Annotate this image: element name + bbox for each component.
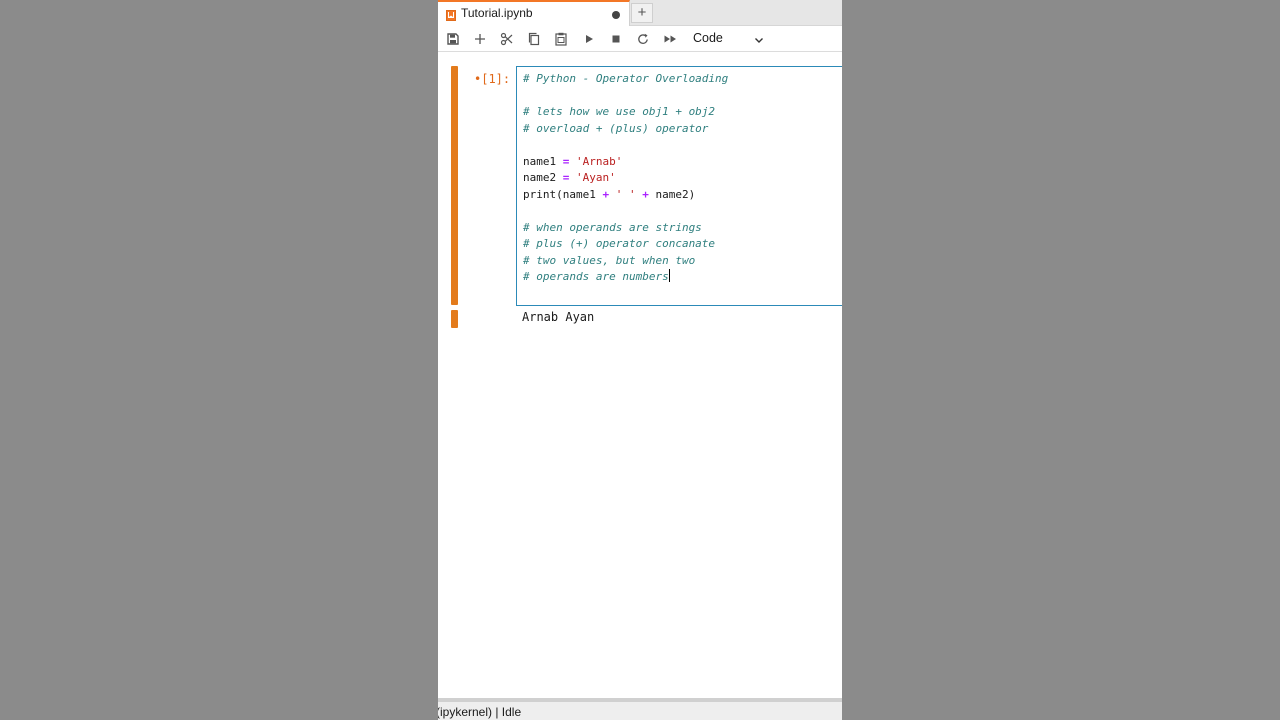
save-icon[interactable] xyxy=(445,31,461,47)
code-line-empty xyxy=(523,137,728,154)
code-comment: # operands are numbers xyxy=(523,270,669,283)
cell-type-label: Code xyxy=(693,31,723,45)
text-cursor xyxy=(668,269,670,282)
right-backdrop xyxy=(842,0,1280,720)
code-string: 'Arnab' xyxy=(576,154,623,168)
code-token: name1 xyxy=(523,154,563,168)
code-line: # Python - Operator Overloading xyxy=(523,72,729,85)
fast-forward-icon[interactable] xyxy=(662,31,678,47)
copy-icon[interactable] xyxy=(526,31,542,47)
left-backdrop xyxy=(0,0,438,720)
cell-type-select[interactable]: Code xyxy=(693,30,767,48)
plus-icon[interactable] xyxy=(472,31,488,47)
notebook-toolbar: Code xyxy=(438,26,842,52)
tab-title: Tutorial.ipynb xyxy=(461,6,533,20)
unsaved-dot-icon[interactable] xyxy=(612,11,620,19)
tab-bar: Tutorial.ipynb + xyxy=(438,0,842,26)
code-line: # plus (+) operator concanate xyxy=(523,237,716,250)
run-icon[interactable] xyxy=(581,31,597,47)
code-operator: + xyxy=(642,187,649,201)
stop-icon[interactable] xyxy=(608,31,624,47)
active-cell-indicator[interactable] xyxy=(451,66,458,305)
chevron-down-icon xyxy=(753,33,765,45)
code-string: ' ' xyxy=(615,187,636,201)
jupyter-window: Tutorial.ipynb + Code •[1]: # Python - O… xyxy=(438,0,842,720)
code-line: # when operands are strings xyxy=(523,220,702,234)
kernel-status[interactable]: (ipykernel) | Idle xyxy=(438,705,521,719)
code-token: name2 xyxy=(523,171,563,184)
code-cell-editor[interactable]: # Python - Operator Overloading # lets ho… xyxy=(516,66,842,306)
tab-notebook[interactable]: Tutorial.ipynb xyxy=(438,0,630,26)
restart-icon[interactable] xyxy=(635,31,651,47)
code-string: 'Ayan' xyxy=(576,171,616,184)
paste-icon[interactable] xyxy=(553,31,569,47)
code-line-empty xyxy=(523,203,728,220)
code-line: # overload + (plus) operator xyxy=(523,121,709,135)
output-collapser[interactable] xyxy=(451,310,458,328)
code-line-empty xyxy=(523,88,728,105)
status-bar: (ipykernel) | Idle xyxy=(438,698,842,720)
notebook-icon xyxy=(446,8,456,21)
input-prompt: •[1]: xyxy=(474,72,511,86)
code-line: name1 = 'Arnab' xyxy=(523,154,728,171)
cell-output: Arnab Ayan xyxy=(522,310,595,324)
code-line: name2 = 'Ayan' xyxy=(523,170,728,187)
code-token: name2) xyxy=(648,187,696,201)
code-line: # operands are numbers xyxy=(523,269,728,286)
code-content[interactable]: # Python - Operator Overloading # lets ho… xyxy=(523,71,728,286)
code-line: # lets how we use obj1 + obj2 xyxy=(523,105,716,118)
new-tab-button[interactable]: + xyxy=(631,3,653,23)
code-line: # two values, but when two xyxy=(523,253,696,267)
scissors-icon[interactable] xyxy=(499,31,515,47)
code-token: print(name1 xyxy=(523,187,603,201)
code-line: print(name1 + ' ' + name2) xyxy=(523,187,728,204)
